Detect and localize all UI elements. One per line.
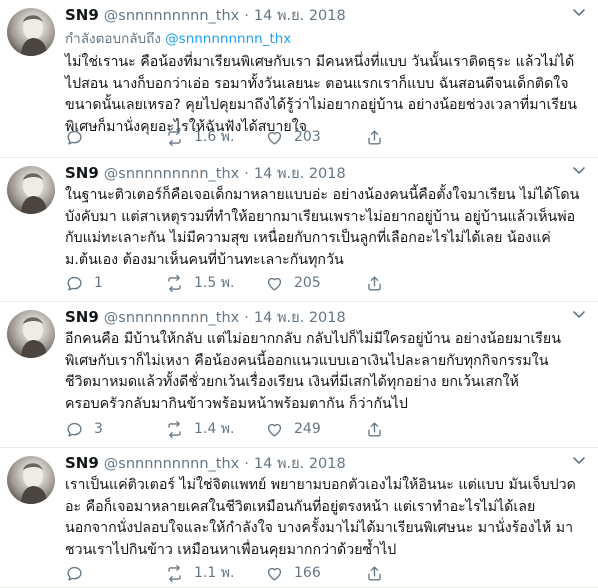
reply-button[interactable] <box>65 564 165 583</box>
separator-dot: · <box>244 456 249 472</box>
reply-icon <box>67 130 82 145</box>
separator-dot: · <box>244 310 249 326</box>
reply-icon <box>67 276 82 291</box>
avatar[interactable] <box>7 310 55 358</box>
share-icon <box>368 565 381 581</box>
heart-icon <box>267 131 282 145</box>
reply-icon <box>67 566 82 581</box>
chevron-down-icon[interactable] <box>572 8 586 18</box>
retweet-icon <box>168 128 181 146</box>
like-button[interactable]: 203 <box>265 128 365 147</box>
retweet-button[interactable]: 1.4 พ. <box>165 418 265 440</box>
tweet-text-line: ชีวิตมาหมดแล้วทั้งดีชั่วยกเว้นเรื่องเรีย… <box>65 374 519 390</box>
retweet-count: 1.1 พ. <box>194 565 235 581</box>
chevron-down-icon[interactable] <box>572 166 586 176</box>
tweet-text-line: ในฐานะติวเตอร์ก็คือเจอเด็กมาหลายแบบอ่ะ อ… <box>65 187 580 203</box>
like-count: 166 <box>294 565 321 581</box>
user-handle[interactable]: @snnnnnnnnn_thx <box>104 8 239 24</box>
like-button[interactable]: 249 <box>265 420 365 439</box>
like-count: 205 <box>294 275 321 291</box>
tweet[interactable]: SN9 @snnnnnnnnn_thx · 14 พ.ย. 2018 อีกคน… <box>0 302 598 448</box>
tweet-actions: 1.6 พ. 203 <box>65 126 465 148</box>
retweet-icon <box>168 420 181 438</box>
display-name[interactable]: SN9 <box>65 454 99 472</box>
heart-icon <box>267 423 282 437</box>
tweet-text-line: ไม่ใช่เรานะ คือน้องที่มาเรียนพิเศษกับเรา… <box>65 54 575 70</box>
reply-button[interactable]: 1 <box>65 274 165 293</box>
tweet-text-line: ม.ต้นเอง ต้องมาเห็นคนที่บ้านทะเลาะกันทุก… <box>65 251 344 268</box>
tweet-text-line: นอกจากนั่งปลอบใจและให้กำลังใจ บางครั้งมา… <box>65 520 574 536</box>
like-button[interactable]: 166 <box>265 564 365 583</box>
tweet-feed: SN9 @snnnnnnnnn_thx · 14 พ.ย. 2018 กำลัง… <box>0 0 598 588</box>
tweet-actions: 1 1.5 พ. 205 <box>65 272 465 294</box>
heart-icon <box>267 277 282 291</box>
replying-prefix: กำลังตอบกลับถึง <box>65 31 161 47</box>
tweet-date[interactable]: 14 พ.ย. 2018 <box>254 306 346 329</box>
reply-button[interactable]: 3 <box>65 420 165 439</box>
reply-count: 1 <box>94 275 103 291</box>
tweet-text-line: ไปสอน นางก็บอกว่าเอ่อ รอมาทั้งวันเลยนะ ต… <box>65 75 569 92</box>
retweet-button[interactable]: 1.6 พ. <box>165 126 265 148</box>
tweet-text-line: อะ คือก็เจอมาหลายเคสในชีวิตเหมือนกันที่อ… <box>65 498 536 515</box>
tweet-date[interactable]: 14 พ.ย. 2018 <box>254 452 346 475</box>
chevron-down-icon[interactable] <box>572 310 586 320</box>
share-button[interactable] <box>365 564 465 583</box>
heart-icon <box>267 567 282 581</box>
tweet-text: ในฐานะติวเตอร์ก็คือเจอเด็กมาหลายแบบอ่ะ อ… <box>65 185 586 271</box>
tweet[interactable]: SN9 @snnnnnnnnn_thx · 14 พ.ย. 2018 กำลัง… <box>0 0 598 158</box>
retweet-count: 1.4 พ. <box>194 421 235 437</box>
tweet-actions: 1.1 พ. 166 <box>65 562 465 584</box>
tweet[interactable]: SN9 @snnnnnnnnn_thx · 14 พ.ย. 2018 ในฐาน… <box>0 158 598 302</box>
share-icon <box>368 275 381 291</box>
chevron-down-icon[interactable] <box>572 456 586 466</box>
share-button[interactable] <box>365 420 465 439</box>
tweet-text-line: ขนาดนั้นเลยเหรอ? คุยไปคุยมาถึงได้รู้ว่าไ… <box>65 97 578 113</box>
tweet-text-line: อีกคนคือ มีบ้านให้กลับ แต่ไม่อยากกลับ กล… <box>65 331 561 347</box>
retweet-icon <box>168 274 181 292</box>
avatar[interactable] <box>7 166 55 214</box>
share-icon <box>368 421 381 437</box>
tweet-text-line: พิเศษกับเราก็ไม่เหงา คือน้องคนนี้ออกแนวแ… <box>65 352 549 369</box>
avatar[interactable] <box>7 8 55 56</box>
user-handle[interactable]: @snnnnnnnnn_thx <box>104 166 239 182</box>
tweet-date[interactable]: 14 พ.ย. 2018 <box>254 162 346 185</box>
user-handle[interactable]: @snnnnnnnnn_thx <box>104 310 239 326</box>
tweet-text-line: บังคับมา แต่สาเหตุรวมที่ทำให้อยากมาเรียน… <box>65 208 576 225</box>
display-name[interactable]: SN9 <box>65 164 99 182</box>
replying-to: กำลังตอบกลับถึง @snnnnnnnnn_thx <box>65 27 586 49</box>
display-name[interactable]: SN9 <box>65 308 99 326</box>
retweet-count: 1.5 พ. <box>194 275 235 291</box>
like-count: 203 <box>294 129 321 145</box>
tweet[interactable]: SN9 @snnnnnnnnn_thx · 14 พ.ย. 2018 เราเป… <box>0 448 598 588</box>
tweet-actions: 3 1.4 พ. 249 <box>65 418 465 440</box>
tweet-date[interactable]: 14 พ.ย. 2018 <box>254 4 346 27</box>
retweet-count: 1.6 พ. <box>194 129 235 145</box>
tweet-text-line: กับแม่ทะเลาะกัน ไม่มีความสุข เหนื่อยกับก… <box>65 230 551 246</box>
separator-dot: · <box>244 166 249 182</box>
share-button[interactable] <box>365 274 465 293</box>
tweet-text: เราเป็นแค่ติวเตอร์ ไม่ใช่จิตแพทย์ พยายาม… <box>65 475 586 561</box>
tweet-text-line: ชวนเราไปกินข้าว เหมือนหาเพื่อนคุยมากกว่า… <box>65 541 397 558</box>
reply-button[interactable] <box>65 128 165 147</box>
separator-dot: · <box>244 8 249 24</box>
like-button[interactable]: 205 <box>265 274 365 293</box>
retweet-button[interactable]: 1.1 พ. <box>165 562 265 584</box>
tweet-text: อีกคนคือ มีบ้านให้กลับ แต่ไม่อยากกลับ กล… <box>65 329 586 415</box>
retweet-button[interactable]: 1.5 พ. <box>165 272 265 294</box>
avatar[interactable] <box>7 456 55 504</box>
reply-icon <box>67 422 82 437</box>
display-name[interactable]: SN9 <box>65 6 99 24</box>
user-handle[interactable]: @snnnnnnnnn_thx <box>104 456 239 472</box>
tweet-text-line: ครอบครัวกลับมากินข้าวพร้อมหน้าพร้อมตากัน… <box>65 395 408 412</box>
mention-link[interactable]: @snnnnnnnnn_thx <box>165 31 291 47</box>
like-count: 249 <box>294 421 321 437</box>
retweet-icon <box>168 564 181 582</box>
share-icon <box>368 129 381 145</box>
tweet-text-line: เราเป็นแค่ติวเตอร์ ไม่ใช่จิตแพทย์ พยายาม… <box>65 477 576 493</box>
share-button[interactable] <box>365 128 465 147</box>
reply-count: 3 <box>94 421 103 437</box>
